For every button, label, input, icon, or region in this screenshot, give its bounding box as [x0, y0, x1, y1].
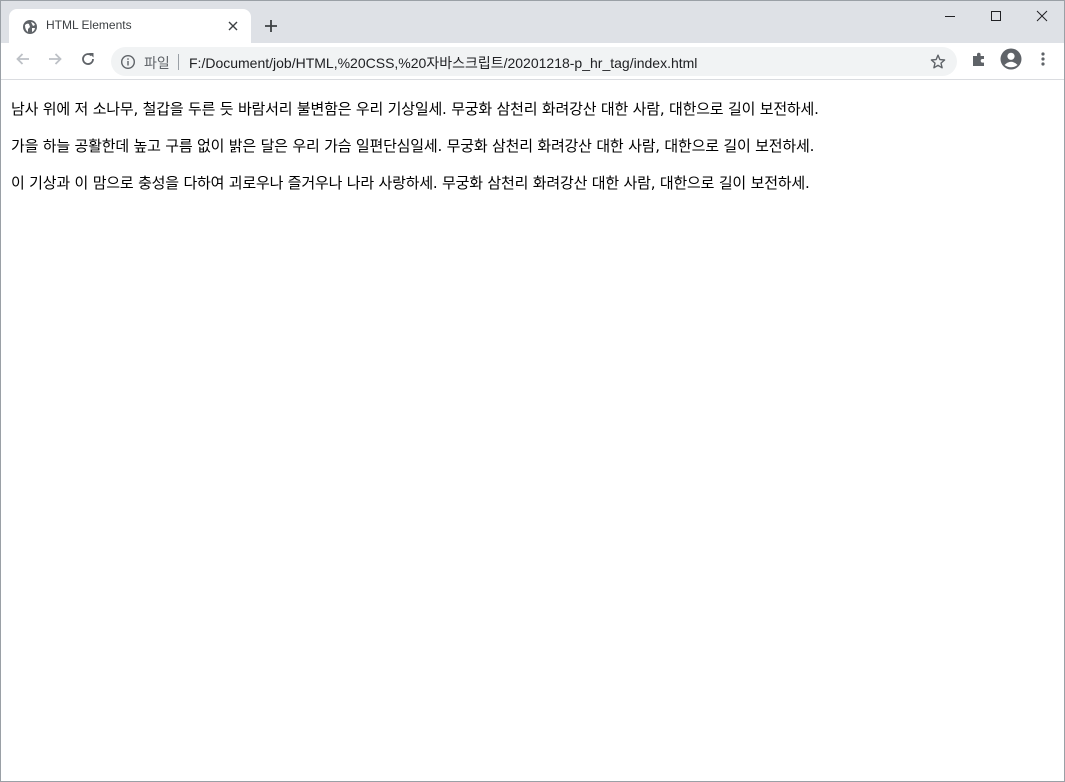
globe-icon	[22, 19, 38, 35]
plus-icon	[264, 18, 278, 37]
arrow-right-icon	[47, 51, 63, 71]
scheme-label: 파일	[144, 56, 170, 72]
star-icon[interactable]	[929, 53, 947, 71]
reload-icon	[80, 51, 96, 71]
close-icon	[1036, 7, 1048, 26]
omnibox-divider	[178, 54, 179, 70]
maximize-button[interactable]	[973, 1, 1019, 31]
tab-html-elements[interactable]: HTML Elements	[9, 9, 251, 43]
tab-strip: HTML Elements	[1, 1, 1064, 43]
profile-button[interactable]	[999, 48, 1023, 74]
minimize-button[interactable]	[927, 1, 973, 31]
browser-window: HTML Elements 파일 F:/Document/job/HTML,%2…	[0, 0, 1065, 782]
address-bar[interactable]: 파일 F:/Document/job/HTML,%20CSS,%20자바스크립트…	[111, 47, 957, 76]
reload-button[interactable]	[76, 49, 100, 73]
paragraph-3: 이 기상과 이 맘으로 충성을 다하여 괴로우나 즐거우나 나라 사랑하세. 무…	[11, 174, 810, 192]
menu-button[interactable]	[1031, 49, 1055, 73]
tab-title: HTML Elements	[46, 18, 132, 32]
close-icon[interactable]	[225, 18, 241, 34]
account-icon	[1000, 48, 1022, 74]
browser-toolbar: 파일 F:/Document/job/HTML,%20CSS,%20자바스크립트…	[1, 43, 1064, 80]
back-button[interactable]	[11, 49, 35, 73]
minimize-icon	[944, 7, 956, 26]
page-content: 남사 위에 저 소나무, 철갑을 두른 듯 바람서리 불변함은 우리 기상일세.…	[1, 81, 1064, 781]
forward-button[interactable]	[43, 49, 67, 73]
puzzle-icon	[970, 50, 988, 72]
new-tab-button[interactable]	[259, 15, 283, 39]
window-close-button[interactable]	[1019, 1, 1064, 31]
arrow-left-icon	[15, 51, 31, 71]
more-vert-icon	[1035, 51, 1051, 71]
paragraph-1: 남사 위에 저 소나무, 철갑을 두른 듯 바람서리 불변함은 우리 기상일세.…	[11, 100, 819, 118]
url-text[interactable]: F:/Document/job/HTML,%20CSS,%20자바스크립트/20…	[189, 53, 697, 73]
extensions-button[interactable]	[967, 49, 991, 73]
paragraph-2: 가을 하늘 공활한데 높고 구름 없이 밝은 달은 우리 가슴 일편단심일세. …	[11, 137, 815, 155]
maximize-icon	[990, 7, 1002, 26]
info-icon[interactable]	[120, 54, 136, 70]
